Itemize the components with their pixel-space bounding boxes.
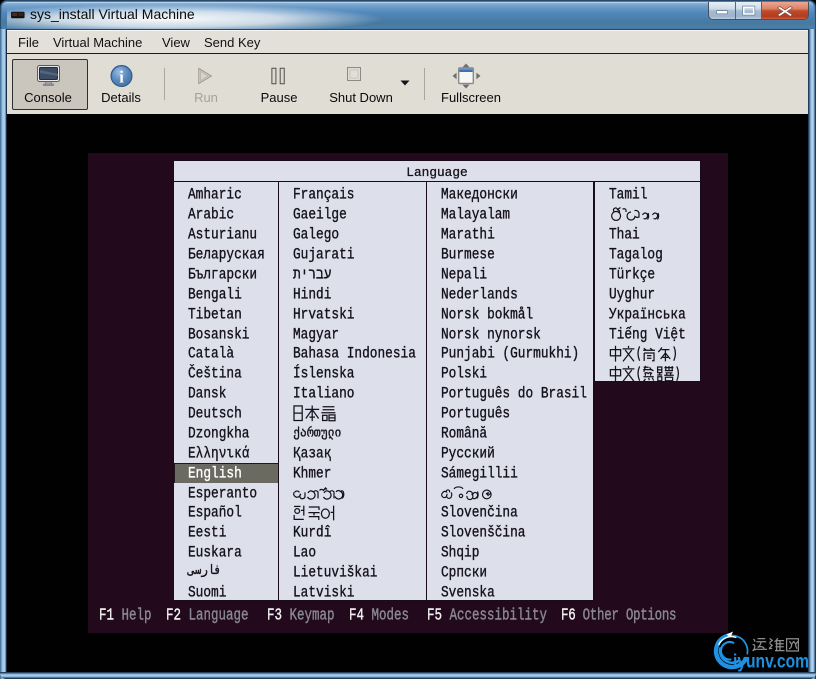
svg-text:i: i bbox=[119, 68, 124, 87]
svg-text:iyunv.com: iyunv.com bbox=[733, 652, 809, 673]
